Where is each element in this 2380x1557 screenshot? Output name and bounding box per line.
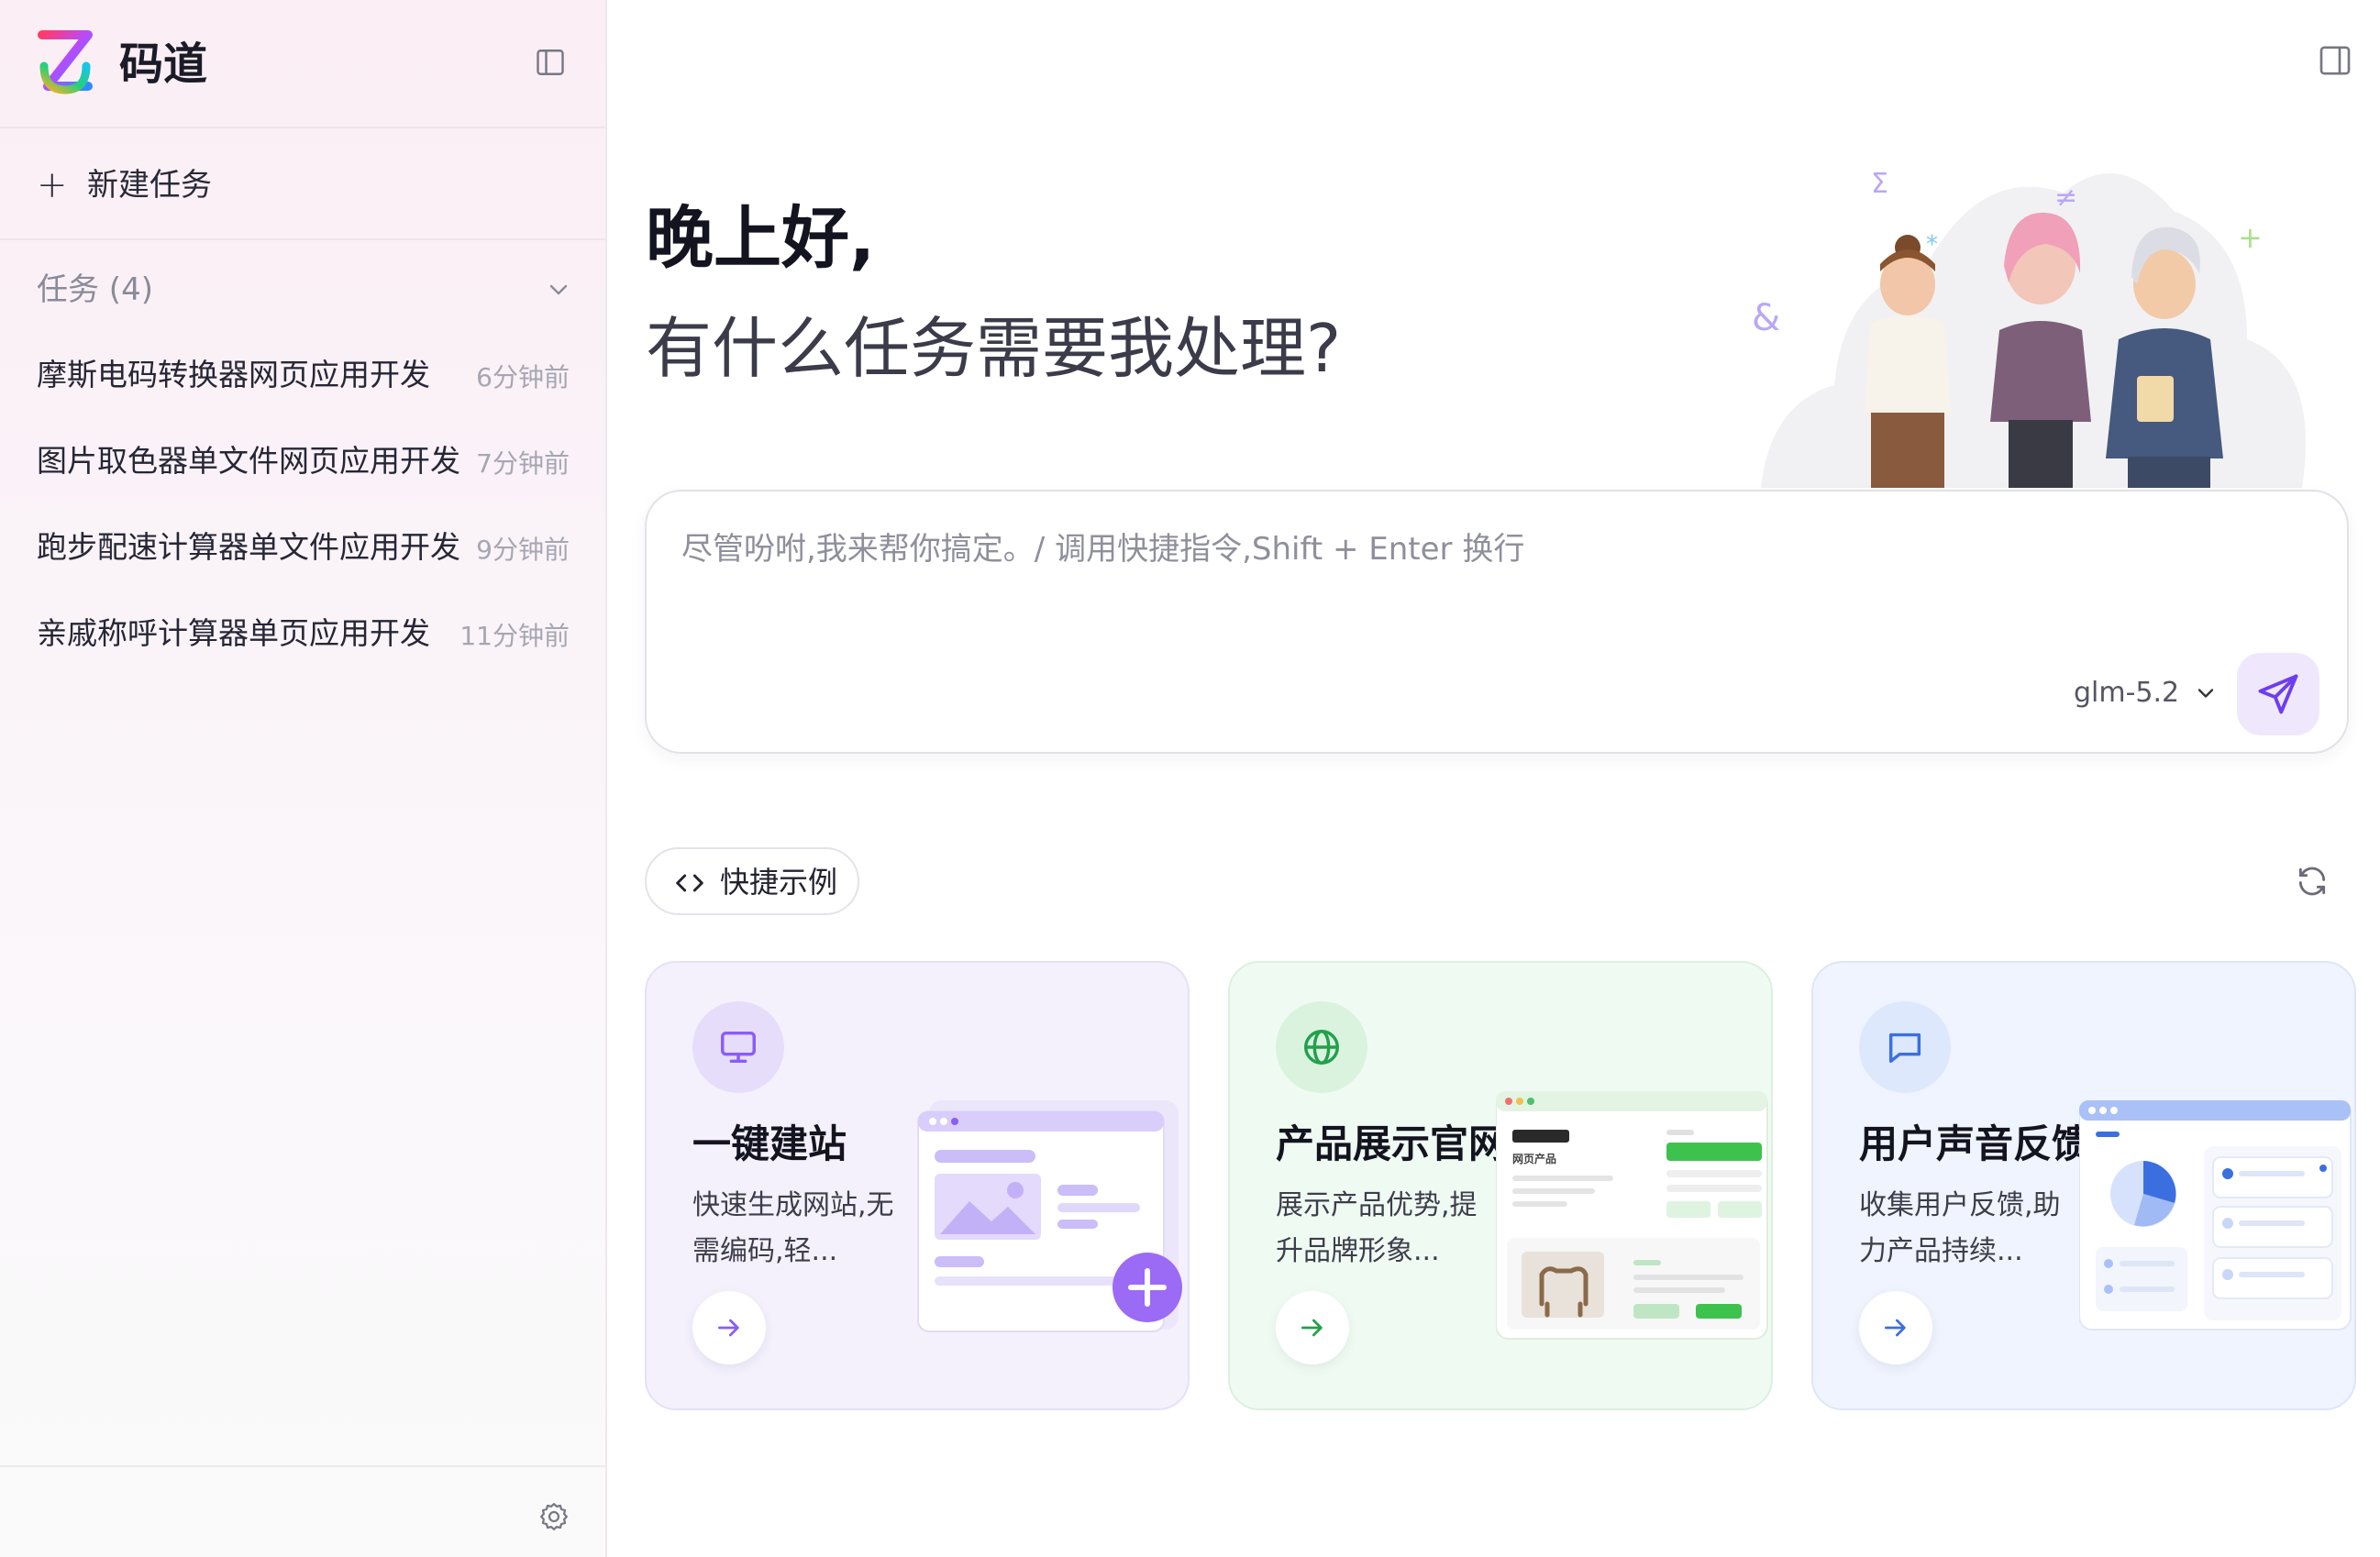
illustration-label: 网页产品: [1512, 1152, 1556, 1165]
globe-icon-badge: [1276, 1001, 1367, 1093]
card-arrow-button[interactable]: [1859, 1291, 1932, 1364]
code-icon: [676, 874, 703, 892]
send-icon: [2258, 674, 2298, 714]
sidebar: 码道 + 新建任务 任务 (4) 摩斯电码转换器网页应用开发 6分钟前 图片取色…: [0, 0, 607, 1557]
task-name: 跑步配速计算器单文件应用开发: [37, 529, 460, 565]
task-time: 9分钟前: [476, 535, 570, 565]
panel-right-icon[interactable]: [2317, 42, 2353, 79]
message-icon-badge: [1859, 1001, 1951, 1093]
example-card-user-feedback[interactable]: 用户声音反馈 收集用户反馈,助力产品持续...: [1811, 961, 2356, 1410]
brand-name: 码道: [119, 39, 208, 90]
card-description: 快速生成网站,无需编码,轻...: [692, 1189, 894, 1267]
greeting-title: 晚上好,: [646, 199, 876, 278]
plus-icon: +: [37, 164, 68, 206]
svg-text:Σ: Σ: [1871, 168, 1888, 200]
gear-icon[interactable]: [537, 1500, 570, 1533]
feedback-dashboard-illustration: [2079, 1100, 2352, 1331]
task-item[interactable]: 亲戚称呼计算器单页应用开发 11分钟前: [37, 607, 573, 693]
task-name: 亲戚称呼计算器单页应用开发: [37, 615, 430, 651]
task-time: 7分钟前: [476, 448, 570, 479]
monitor-icon: [721, 1031, 756, 1064]
task-input[interactable]: [681, 528, 2241, 638]
hero-illustration: Σ ≠ & * +: [1752, 168, 2306, 488]
task-name: 图片取色器单文件网页应用开发: [37, 443, 460, 479]
arrow-right-icon: [718, 1319, 739, 1337]
chevron-down-icon: [549, 284, 568, 295]
example-card-website[interactable]: 一键建站 快速生成网站,无需编码,轻...: [645, 961, 1190, 1410]
task-item[interactable]: 摩斯电码转换器网页应用开发 6分钟前: [37, 348, 573, 435]
logo-icon: [38, 30, 93, 94]
task-item[interactable]: 跑步配速计算器单文件应用开发 9分钟前: [37, 521, 573, 607]
globe-icon: [1304, 1030, 1339, 1065]
example-card-product-site[interactable]: 产品展示官网 展示产品优势,提升品牌形象... 网页产品: [1228, 961, 1773, 1410]
task-composer: glm-5.2: [645, 490, 2349, 754]
svg-text:+: +: [2238, 220, 2263, 255]
website-builder-illustration: [917, 1100, 1182, 1332]
quick-examples-chip[interactable]: 快捷示例: [645, 847, 859, 915]
model-selector[interactable]: glm-5.2: [2074, 671, 2214, 715]
new-task-label: 新建任务: [87, 167, 212, 204]
arrow-right-icon: [1885, 1319, 1906, 1337]
greeting-subtitle: 有什么任务需要我处理?: [646, 310, 1342, 387]
svg-text:≠: ≠: [2054, 182, 2077, 214]
product-site-illustration: 网页产品: [1496, 1091, 1768, 1340]
task-time: 6分钟前: [476, 362, 570, 392]
tasks-header-label: 任务 (4): [37, 271, 153, 308]
refresh-icon[interactable]: [2295, 864, 2330, 899]
task-list: 摩斯电码转换器网页应用开发 6分钟前 图片取色器单文件网页应用开发 7分钟前 跑…: [37, 348, 573, 693]
card-description: 展示产品优势,提升品牌形象...: [1276, 1189, 1478, 1267]
monitor-icon-badge: [692, 1001, 784, 1093]
task-time: 11分钟前: [459, 621, 570, 651]
send-button[interactable]: [2237, 653, 2319, 735]
sidebar-footer: [0, 1465, 605, 1557]
svg-text:*: *: [1926, 231, 1938, 259]
card-title: 用户声音反馈: [1859, 1121, 2091, 1166]
message-square-icon: [1888, 1032, 1921, 1064]
panel-left-icon[interactable]: [534, 46, 567, 79]
chevron-down-icon: [2197, 689, 2214, 698]
quick-examples-label: 快捷示例: [720, 865, 838, 900]
tasks-section-toggle[interactable]: 任务 (4): [37, 268, 573, 312]
task-item[interactable]: 图片取色器单文件网页应用开发 7分钟前: [37, 435, 573, 521]
svg-text:&: &: [1752, 297, 1780, 339]
card-title: 产品展示官网: [1276, 1121, 1508, 1166]
task-name: 摩斯电码转换器网页应用开发: [37, 357, 430, 392]
card-description: 收集用户反馈,助力产品持续...: [1859, 1189, 2061, 1267]
sidebar-header: 码道: [0, 0, 605, 128]
new-task-button[interactable]: + 新建任务: [0, 128, 605, 240]
card-arrow-button[interactable]: [692, 1291, 766, 1364]
card-title: 一键建站: [692, 1121, 847, 1166]
arrow-right-icon: [1301, 1319, 1323, 1337]
card-arrow-button[interactable]: [1276, 1291, 1349, 1364]
model-label: glm-5.2: [2074, 677, 2180, 709]
